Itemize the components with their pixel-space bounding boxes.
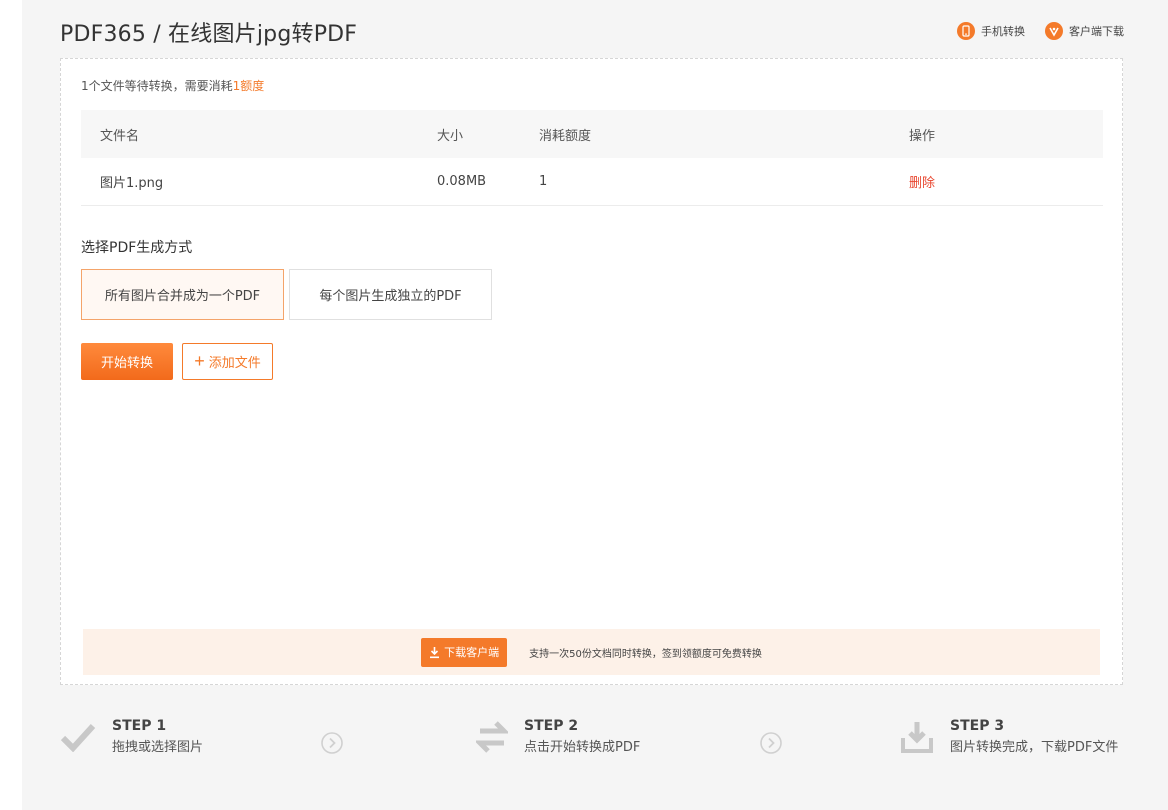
promo-banner: 下载客户端 支持一次50份文档同时转换，签到领额度可免费转换 xyxy=(83,629,1100,675)
file-table: 文件名 大小 消耗额度 操作 图片1.png 0.08MB 1 删除 xyxy=(81,110,1103,206)
start-convert-button[interactable]: 开始转换 xyxy=(81,343,173,380)
phone-icon xyxy=(957,22,975,40)
mode-title: 选择PDF生成方式 xyxy=(81,240,193,256)
download-client-button[interactable]: 下载客户端 xyxy=(421,637,508,667)
upload-panel: 1个文件等待转换，需要消耗1额度 文件名 大小 消耗额度 操作 图片1.png … xyxy=(60,58,1123,685)
pending-status-text: 1个文件等待转换，需要消耗 xyxy=(81,79,233,93)
page-title: PDF365 / 在线图片jpg转PDF xyxy=(60,22,358,47)
column-header-name: 文件名 xyxy=(100,128,140,144)
quota-value: 1额度 xyxy=(232,79,265,93)
page: PDF365 / 在线图片jpg转PDF 手机转换 客户端下载 1个文件等待转换… xyxy=(22,0,1168,810)
step-1: STEP 1 拖拽或选择图片 xyxy=(60,718,203,755)
step-1-label: STEP 1 xyxy=(112,718,167,734)
column-header-cost: 消耗额度 xyxy=(539,128,592,144)
step-3-desc: 图片转换完成，下载PDF文件 xyxy=(950,740,1119,755)
column-header-size: 大小 xyxy=(437,128,464,144)
steps-bar: STEP 1 拖拽或选择图片 STEP 2 点击开始转换成PDF STEP 3 … xyxy=(60,718,1124,768)
table-row: 图片1.png 0.08MB 1 删除 xyxy=(81,158,1103,206)
convert-arrows-icon xyxy=(476,720,508,753)
table-header: 文件名 大小 消耗额度 操作 xyxy=(81,110,1103,158)
client-logo-icon xyxy=(1045,22,1063,40)
check-icon xyxy=(60,723,96,752)
file-size: 0.08MB xyxy=(437,174,487,189)
add-file-label: 添加文件 xyxy=(208,355,261,370)
client-download-link[interactable]: 客户端下载 xyxy=(1045,22,1124,40)
mode-options: 所有图片合并成为一个PDF 每个图片生成独立的PDF xyxy=(81,269,492,320)
chevron-right-icon xyxy=(760,732,782,754)
promo-text: 支持一次50份文档同时转换，签到领额度可免费转换 xyxy=(529,648,762,660)
file-cost: 1 xyxy=(539,174,548,189)
mode-separate-option[interactable]: 每个图片生成独立的PDF xyxy=(289,269,492,320)
step-3-label: STEP 3 xyxy=(950,718,1005,734)
step-2: STEP 2 点击开始转换成PDF xyxy=(476,718,640,755)
delete-file-link[interactable]: 删除 xyxy=(909,176,935,191)
mobile-convert-label: 手机转换 xyxy=(981,25,1025,38)
step-2-desc: 点击开始转换成PDF xyxy=(524,740,641,755)
plus-icon: + xyxy=(194,350,205,371)
column-header-action: 操作 xyxy=(909,128,936,144)
client-download-label: 客户端下载 xyxy=(1069,25,1124,38)
top-links: 手机转换 客户端下载 xyxy=(957,22,1124,40)
file-name: 图片1.png xyxy=(100,176,164,191)
add-file-button[interactable]: + 添加文件 xyxy=(182,343,273,380)
chevron-right-icon xyxy=(321,732,343,754)
mobile-convert-link[interactable]: 手机转换 xyxy=(957,22,1025,40)
step-3: STEP 3 图片转换完成，下载PDF文件 xyxy=(900,718,1118,755)
download-icon xyxy=(430,646,440,658)
download-client-label: 下载客户端 xyxy=(444,646,500,659)
step-2-label: STEP 2 xyxy=(524,718,579,734)
pending-status: 1个文件等待转换，需要消耗1额度 xyxy=(81,77,264,94)
step-1-desc: 拖拽或选择图片 xyxy=(112,740,204,755)
mode-merge-option[interactable]: 所有图片合并成为一个PDF xyxy=(81,269,284,320)
download-tray-icon xyxy=(901,721,933,753)
action-buttons: 开始转换 + 添加文件 xyxy=(81,343,273,380)
